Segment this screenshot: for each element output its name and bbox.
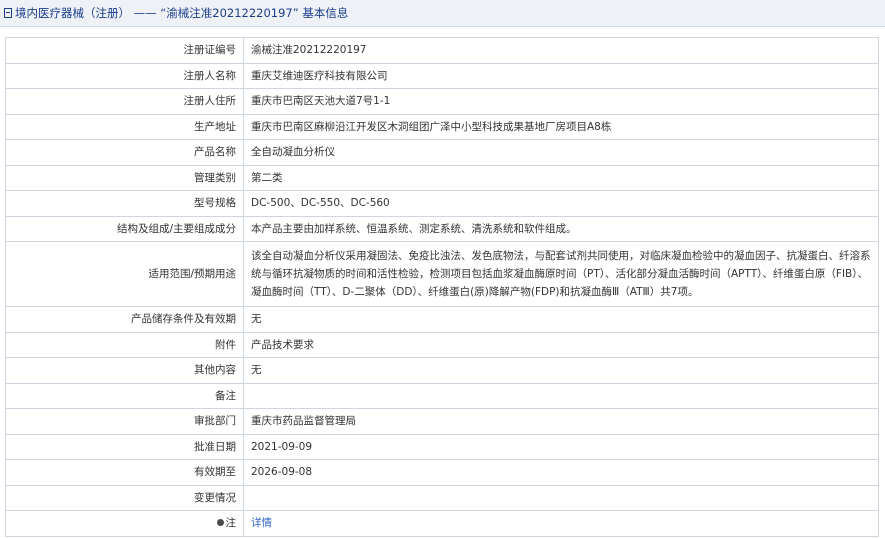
row-label: 结构及组成/主要组成成分	[5, 215, 244, 242]
row-value: 渝械注准20212220197	[243, 37, 879, 64]
row-label: 审批部门	[5, 408, 244, 435]
row-label: 产品储存条件及有效期	[5, 306, 244, 333]
table-row: 型号规格 DC-500、DC-550、DC-560	[5, 190, 879, 217]
table-row: 有效期至 2026-09-08	[5, 459, 879, 486]
row-label: 批准日期	[5, 433, 244, 460]
note-label-cell: 注	[5, 510, 244, 537]
row-value	[243, 484, 879, 511]
row-value: 无	[243, 306, 879, 333]
table-row: 管理类别 第二类	[5, 164, 879, 191]
table-row: 注册证编号 渝械注准20212220197	[5, 37, 879, 64]
row-value: 该全自动凝血分析仪采用凝固法、免疫比浊法、发色底物法，与配套试剂共同使用，对临床…	[243, 241, 879, 307]
row-label: 生产地址	[5, 113, 244, 140]
document-icon	[4, 8, 12, 18]
row-value: 2021-09-09	[243, 433, 879, 460]
table-row: 适用范围/预期用途 该全自动凝血分析仪采用凝固法、免疫比浊法、发色底物法，与配套…	[5, 241, 879, 307]
row-value: 本产品主要由加样系统、恒温系统、测定系统、清洗系统和软件组成。	[243, 215, 879, 242]
row-label: 注册人名称	[5, 62, 244, 89]
row-value: 第二类	[243, 164, 879, 191]
row-value: 详情	[243, 510, 879, 537]
row-label: 有效期至	[5, 459, 244, 486]
row-label: 注册人住所	[5, 88, 244, 115]
row-value: 重庆市巴南区天池大道7号1-1	[243, 88, 879, 115]
row-label: 管理类别	[5, 164, 244, 191]
info-table: 注册证编号 渝械注准20212220197 注册人名称 重庆艾维迪医疗科技有限公…	[5, 37, 879, 537]
table-row: 审批部门 重庆市药品监督管理局	[5, 408, 879, 435]
row-value: 重庆市药品监督管理局	[243, 408, 879, 435]
row-value: 无	[243, 357, 879, 384]
table-row: 批准日期 2021-09-09	[5, 433, 879, 460]
table-row: 其他内容 无	[5, 357, 879, 384]
table-row: 注册人名称 重庆艾维迪医疗科技有限公司	[5, 62, 879, 89]
table-row: 产品名称 全自动凝血分析仪	[5, 139, 879, 166]
table-row: 产品储存条件及有效期 无	[5, 306, 879, 333]
table-row: 生产地址 重庆市巴南区麻柳沿江开发区木洞组团广泽中小型科技成果基地厂房项目A8栋	[5, 113, 879, 140]
row-label: 备注	[5, 382, 244, 409]
row-label: 注册证编号	[5, 37, 244, 64]
row-label: 附件	[5, 331, 244, 358]
row-value	[243, 382, 879, 409]
table-row: 结构及组成/主要组成成分 本产品主要由加样系统、恒温系统、测定系统、清洗系统和软…	[5, 215, 879, 242]
row-label: 型号规格	[5, 190, 244, 217]
page-title-bar: 境内医疗器械（注册） —— “渝械注准20212220197” 基本信息	[0, 0, 885, 27]
row-value: 产品技术要求	[243, 331, 879, 358]
table-row: 备注	[5, 382, 879, 409]
details-link[interactable]: 详情	[251, 517, 272, 529]
table-row: 注 详情	[5, 510, 879, 537]
table-row: 注册人住所 重庆市巴南区天池大道7号1-1	[5, 88, 879, 115]
row-label: 适用范围/预期用途	[5, 241, 244, 307]
page-title: 境内医疗器械（注册） —— “渝械注准20212220197” 基本信息	[15, 6, 349, 20]
row-value: 全自动凝血分析仪	[243, 139, 879, 166]
table-row: 附件 产品技术要求	[5, 331, 879, 358]
row-value: 重庆艾维迪医疗科技有限公司	[243, 62, 879, 89]
row-label: 其他内容	[5, 357, 244, 384]
table-row: 变更情况	[5, 484, 879, 511]
row-label: 产品名称	[5, 139, 244, 166]
row-value: DC-500、DC-550、DC-560	[243, 190, 879, 217]
lightbulb-icon	[216, 519, 224, 527]
row-label: 变更情况	[5, 484, 244, 511]
row-value: 2026-09-08	[243, 459, 879, 486]
row-value: 重庆市巴南区麻柳沿江开发区木洞组团广泽中小型科技成果基地厂房项目A8栋	[243, 113, 879, 140]
row-label: 注	[225, 517, 237, 530]
